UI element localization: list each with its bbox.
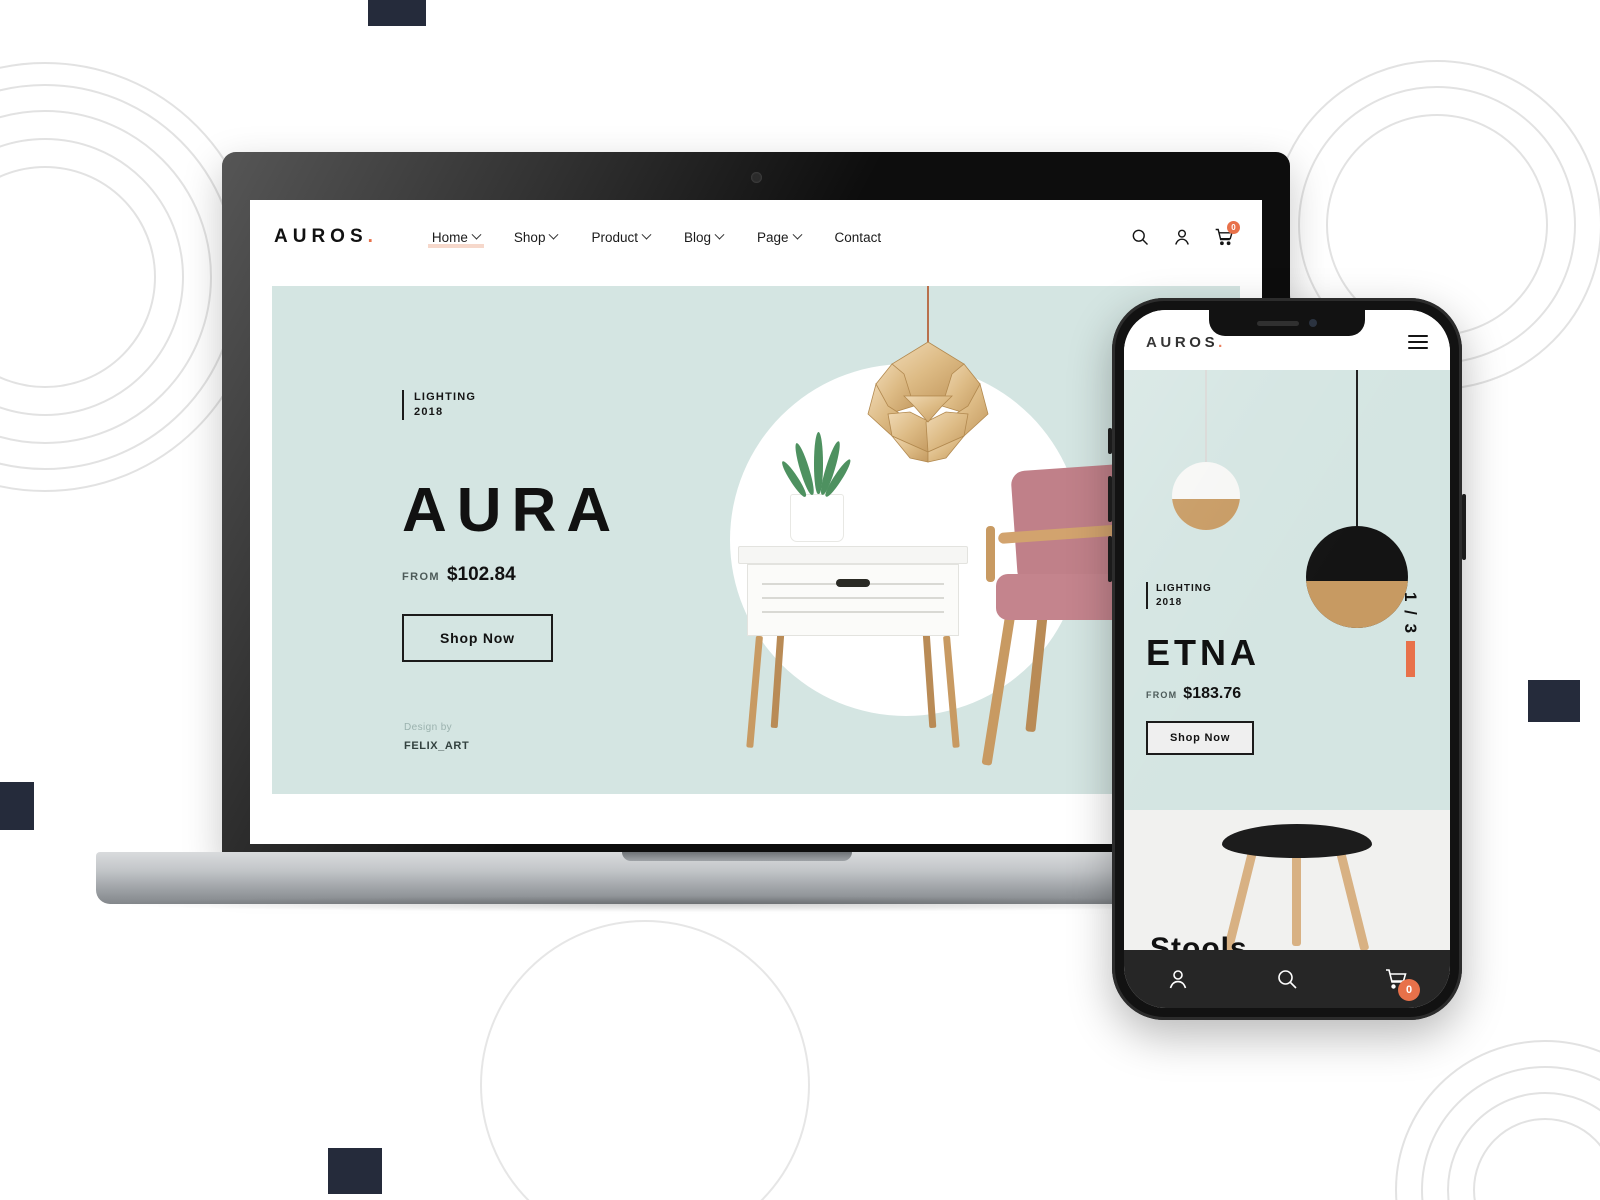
drawer-handle [836,579,870,587]
nav-item-home[interactable]: Home [427,226,484,248]
nav-item-page[interactable]: Page [753,227,805,248]
phone-hero-eyebrow: LIGHTING 2018 [1146,582,1260,609]
tab-search[interactable] [1233,967,1342,991]
design-credit-name: FELIX_ART [404,740,470,752]
plant-pot [790,494,844,542]
tab-account[interactable] [1124,967,1233,991]
nav-item-contact[interactable]: Contact [831,227,886,248]
phone-hero-title: ETNA [1146,632,1260,673]
site-logo-dot: . [367,226,378,247]
decorative-square-right [1528,680,1580,722]
phone-volume-down-button[interactable] [1108,536,1112,582]
site-header: AUROS. Home Shop Product Blog Page Conta… [250,200,1262,274]
decorative-square-left [0,782,34,830]
chevron-down-icon [549,229,559,240]
main-navigation: Home Shop Product Blog Page Contact [427,226,886,248]
hero-price-label: FROM [402,571,440,584]
phone-shop-now-button[interactable]: Shop Now [1146,721,1255,755]
nightstand-leg [746,635,763,748]
design-credit: Design by FELIX_ART [404,722,469,752]
nightstand-furniture [738,546,968,748]
chevron-down-icon [714,229,725,240]
site-logo[interactable]: AUROS. [274,226,378,248]
phone-hero-copy: LIGHTING 2018 ETNA FROM $183.76 Shop Now [1146,582,1260,755]
slider-progress-bar[interactable] [1405,641,1415,678]
nav-label-home: Home [431,229,468,245]
shop-now-button[interactable]: Shop Now [402,614,553,663]
nav-label-blog: Blog [683,229,712,245]
chevron-down-icon [641,229,652,240]
earpiece-speaker-icon [1257,320,1299,326]
site-logo-text: AUROS [274,226,368,247]
phone-bottom-tabbar: 0 [1124,950,1450,1008]
phone-mockup: AUROS. [1108,298,1466,1020]
nav-label-product: Product [591,229,638,245]
search-icon[interactable] [1130,227,1150,247]
pendant-lamp-cord [927,286,929,344]
webcam-icon [751,172,762,183]
phone-cart-count-badge: 0 [1398,979,1421,1001]
phone-volume-up-button[interactable] [1108,476,1112,522]
slider-counter: 1 / 3 [1380,592,1440,678]
phone-screen: AUROS. [1124,310,1450,1008]
cart-count-badge: 0 [1227,221,1240,234]
decorative-rings-bottom-right [1395,1040,1600,1200]
nav-label-shop: Shop [513,229,546,245]
nav-label-contact: Contact [834,229,882,245]
nav-item-product[interactable]: Product [587,227,654,248]
mockup-scene: AUROS. Home Shop Product Blog Page Conta… [0,0,1600,1200]
chair-leg [981,606,1017,766]
phone-hero-price: FROM $183.76 [1146,685,1260,703]
phone-silent-switch[interactable] [1108,428,1112,454]
hero-copy: LIGHTING 2018 AURA FROM $102.84 Shop Now [402,390,732,663]
user-icon[interactable] [1172,227,1192,247]
hero-title: AURA [402,476,622,546]
phone-notch [1209,310,1365,336]
phone-power-button[interactable] [1462,494,1466,560]
hero-price-value: $102.84 [446,564,516,586]
chevron-down-icon [471,229,482,240]
laptop-screen: AUROS. Home Shop Product Blog Page Conta… [250,200,1262,844]
hero-year: 2018 [414,406,444,419]
hero-banner: LIGHTING 2018 AURA FROM $102.84 Shop Now… [272,286,1240,794]
chevron-down-icon [792,229,802,240]
nav-item-blog[interactable]: Blog [680,227,727,248]
hero-category: LIGHTING [414,391,477,403]
front-camera-icon [1309,319,1317,327]
nightstand-drawer [747,564,959,636]
nav-item-shop[interactable]: Shop [510,227,562,248]
phone-price-value: $183.76 [1183,685,1242,702]
decorative-square-top [368,0,426,26]
phone-price-label: FROM [1146,690,1178,700]
nightstand-top [738,546,968,564]
hero-price: FROM $102.84 [402,564,732,586]
decorative-circle-bottom [480,920,810,1200]
nav-label-page: Page [757,229,789,245]
slider-counter-text: 1 / 3 [1401,592,1420,636]
phone-hero-category: LIGHTING [1156,583,1212,594]
cart-icon[interactable]: 0 [1214,221,1240,247]
pendant-lamp-icon [852,340,1004,466]
phone-hero-year: 2018 [1156,596,1183,608]
hero-eyebrow: LIGHTING 2018 [402,390,732,421]
header-icons: 0 [1130,221,1240,247]
design-credit-label: Design by [404,722,453,733]
chair-arm-post [986,526,995,582]
chair-leg [1025,603,1049,733]
tab-cart[interactable]: 0 [1341,967,1450,1001]
decorative-square-bottom [328,1148,382,1194]
laptop-shadow [108,896,1280,912]
